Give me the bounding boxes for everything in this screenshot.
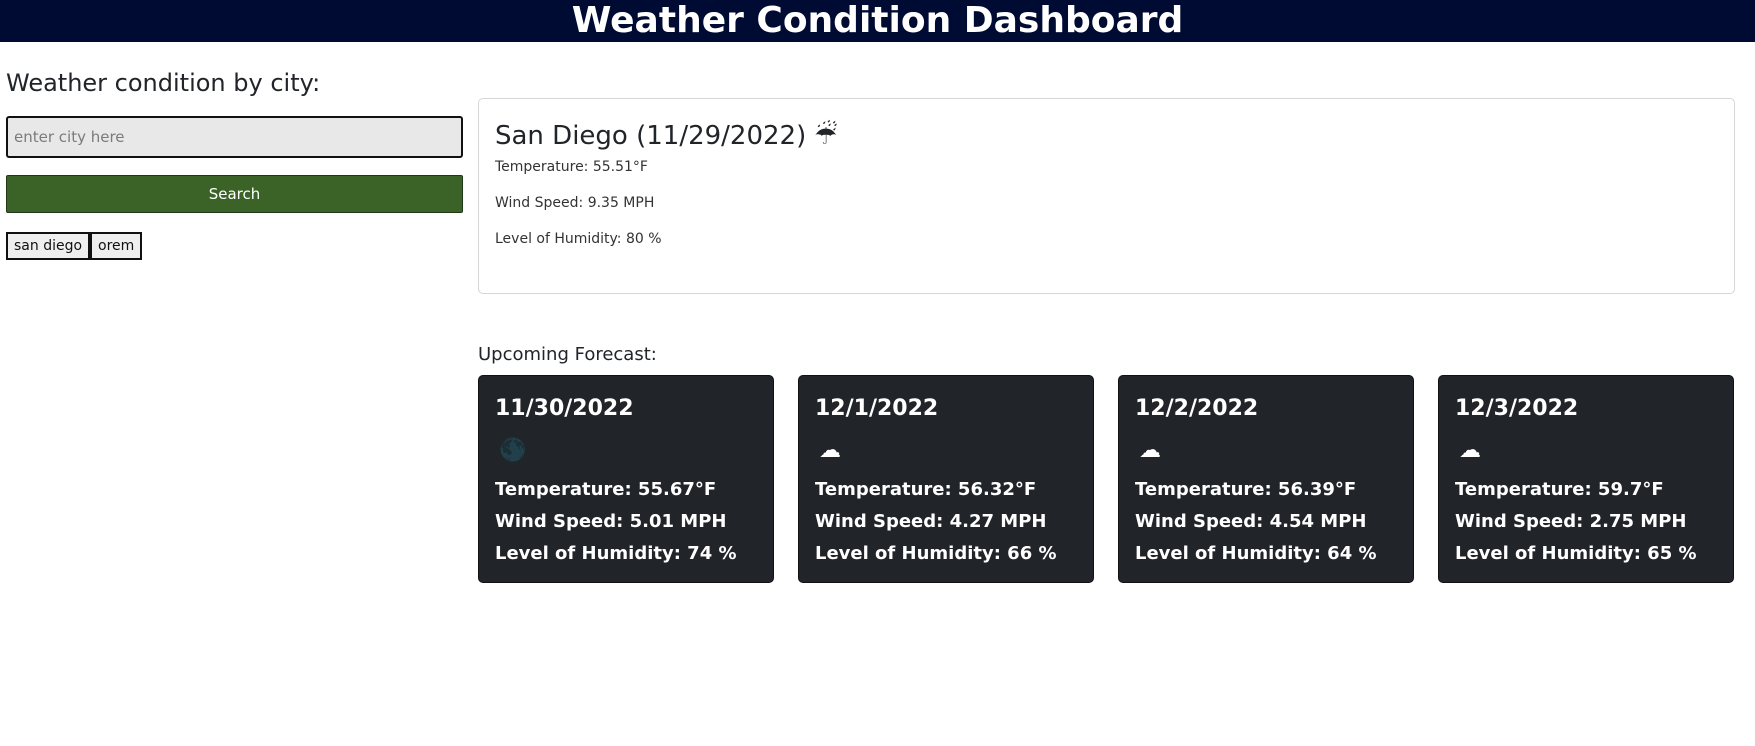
broken-clouds-icon: ☁ bbox=[819, 437, 841, 462]
forecast-wind-speed: Wind Speed: 5.01 MPH bbox=[495, 511, 727, 532]
forecast-label: Upcoming Forecast: bbox=[478, 344, 657, 365]
forecast-wind-speed: Wind Speed: 4.27 MPH bbox=[815, 511, 1047, 532]
forecast-wind-speed: Wind Speed: 4.54 MPH bbox=[1135, 511, 1367, 532]
broken-clouds-icon: ☁ bbox=[1459, 437, 1481, 462]
forecast-temperature: Temperature: 56.39°F bbox=[1135, 479, 1357, 500]
forecast-temperature: Temperature: 56.32°F bbox=[815, 479, 1037, 500]
forecast-wind-speed: Wind Speed: 2.75 MPH bbox=[1455, 511, 1687, 532]
city-search-input[interactable] bbox=[6, 116, 463, 158]
forecast-humidity: Level of Humidity: 65 % bbox=[1455, 543, 1697, 564]
current-temperature: Temperature: 55.51°F bbox=[495, 159, 648, 175]
rain-cloud-icon: ☔ bbox=[814, 121, 838, 151]
search-button[interactable]: Search bbox=[6, 175, 463, 213]
forecast-date: 12/3/2022 bbox=[1455, 396, 1579, 421]
forecast-card: 11/30/2022 🌑 Temperature: 55.67°F Wind S… bbox=[478, 375, 774, 583]
forecast-humidity: Level of Humidity: 64 % bbox=[1135, 543, 1377, 564]
current-humidity: Level of Humidity: 80 % bbox=[495, 231, 662, 247]
forecast-humidity: Level of Humidity: 74 % bbox=[495, 543, 737, 564]
clear-night-icon: 🌑 bbox=[499, 437, 527, 462]
forecast-card: 12/3/2022 ☁ Temperature: 59.7°F Wind Spe… bbox=[1438, 375, 1734, 583]
forecast-date: 11/30/2022 bbox=[495, 396, 634, 421]
forecast-temperature: Temperature: 55.67°F bbox=[495, 479, 717, 500]
page-title: Weather Condition Dashboard bbox=[571, 0, 1184, 41]
overcast-clouds-icon: ☁ bbox=[1139, 437, 1161, 462]
forecast-date: 12/1/2022 bbox=[815, 396, 939, 421]
search-heading: Weather condition by city: bbox=[6, 69, 321, 97]
search-history: san diego orem bbox=[6, 232, 143, 260]
search-sidebar: Weather condition by city: Search san di… bbox=[6, 66, 463, 260]
forecast-temperature: Temperature: 59.7°F bbox=[1455, 479, 1664, 500]
forecast-card: 12/2/2022 ☁ Temperature: 56.39°F Wind Sp… bbox=[1118, 375, 1414, 583]
history-button-san-diego[interactable]: san diego bbox=[6, 232, 91, 260]
forecast-humidity: Level of Humidity: 66 % bbox=[815, 543, 1057, 564]
forecast-date: 12/2/2022 bbox=[1135, 396, 1259, 421]
history-button-orem[interactable]: orem bbox=[90, 232, 143, 260]
current-wind-speed: Wind Speed: 9.35 MPH bbox=[495, 195, 655, 211]
dashboard-header: Weather Condition Dashboard bbox=[0, 0, 1755, 42]
forecast-card: 12/1/2022 ☁ Temperature: 56.32°F Wind Sp… bbox=[798, 375, 1094, 583]
current-city-heading: San Diego (11/29/2022) ☔ bbox=[495, 119, 1718, 153]
forecast-cards: 11/30/2022 🌑 Temperature: 55.67°F Wind S… bbox=[478, 375, 1735, 583]
current-city-title: San Diego (11/29/2022) bbox=[495, 121, 807, 151]
current-weather-card: San Diego (11/29/2022) ☔ Temperature: 55… bbox=[478, 98, 1735, 294]
